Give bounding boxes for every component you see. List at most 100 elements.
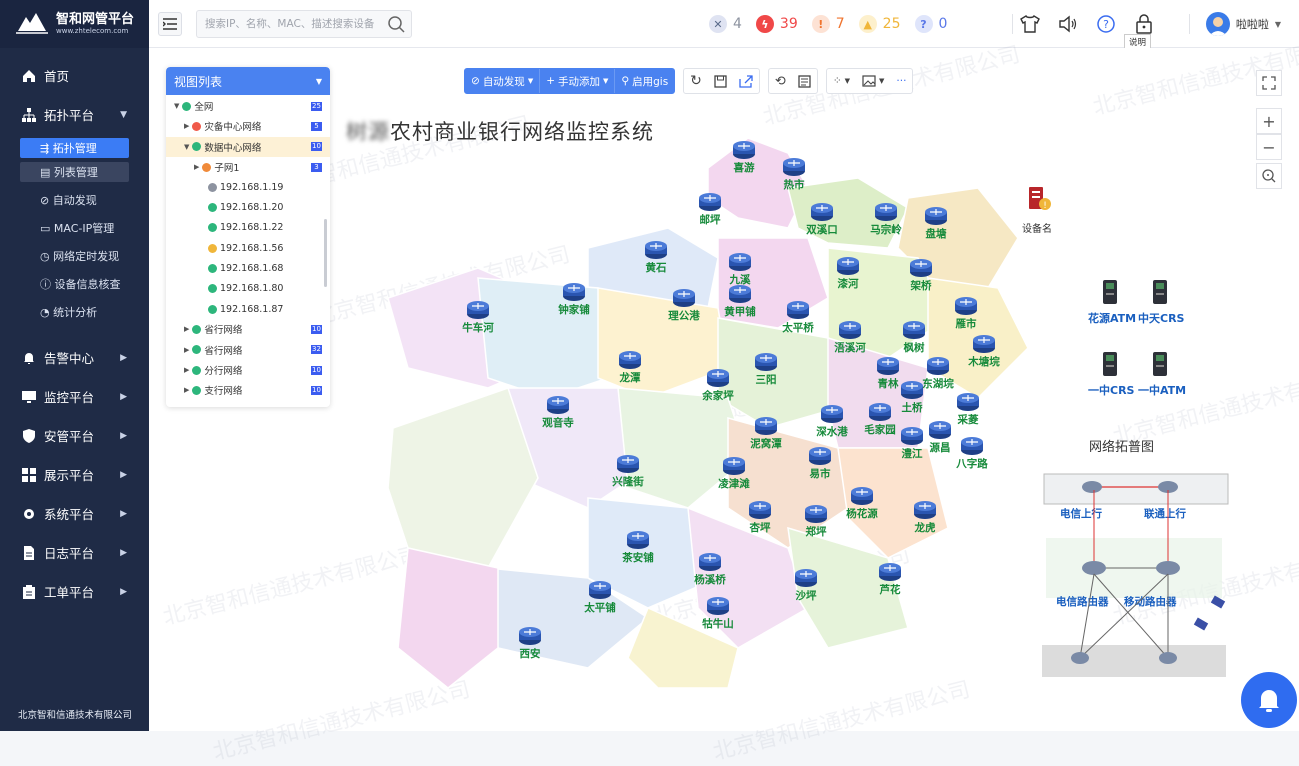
zoom-reset-icon[interactable] bbox=[1256, 163, 1282, 189]
map-region[interactable] bbox=[717, 317, 839, 429]
caret-right-icon[interactable]: ▶ bbox=[184, 122, 189, 130]
user-menu[interactable]: 啦啦啦 ▼ bbox=[1205, 0, 1281, 48]
router-icon[interactable] bbox=[901, 381, 923, 399]
router-icon[interactable] bbox=[707, 597, 729, 615]
router-icon[interactable] bbox=[673, 289, 695, 307]
sub-timed-discover[interactable]: ◷ 网络定时发现 bbox=[0, 242, 149, 270]
router-icon[interactable] bbox=[467, 301, 489, 319]
tree-node[interactable]: 192.168.1.20 bbox=[166, 197, 330, 217]
nav-alarm[interactable]: 告警中心 ▶ bbox=[0, 338, 149, 377]
refresh-icon[interactable]: ↻ bbox=[684, 69, 708, 93]
sub-list-manage[interactable]: ▤ 列表管理 bbox=[20, 162, 129, 182]
router-icon[interactable] bbox=[910, 259, 932, 277]
tree-node[interactable]: ▶ 省行网络 10 bbox=[166, 319, 330, 339]
router-icon[interactable] bbox=[903, 321, 925, 339]
router-icon[interactable] bbox=[961, 437, 983, 455]
router-icon[interactable] bbox=[645, 241, 667, 259]
tree-node[interactable]: 192.168.1.22 bbox=[166, 218, 330, 238]
tree-node[interactable]: 192.168.1.19 bbox=[166, 177, 330, 197]
auto-discover-button[interactable]: ⊘ 自动发现 ▼ bbox=[465, 69, 541, 93]
logo[interactable]: 智和网管平台 www.zhtelecom.com bbox=[0, 0, 149, 48]
router-icon[interactable] bbox=[851, 487, 873, 505]
router-icon[interactable] bbox=[787, 301, 809, 319]
terminal-device-icon[interactable] bbox=[1102, 280, 1118, 304]
terminal-device-icon[interactable] bbox=[1152, 352, 1168, 376]
router-icon[interactable] bbox=[619, 351, 641, 369]
tree-node[interactable]: ▶ 灾备中心网络 5 bbox=[166, 116, 330, 136]
search-icon[interactable] bbox=[387, 15, 405, 33]
fullscreen-icon[interactable] bbox=[1256, 70, 1282, 96]
nav-home[interactable]: 首页 bbox=[0, 56, 149, 95]
layout-icon[interactable]: ⁘ ▼ bbox=[827, 69, 856, 93]
terminal-device-icon[interactable] bbox=[1102, 352, 1118, 376]
router-icon[interactable] bbox=[627, 531, 649, 549]
zoom-out-icon[interactable]: − bbox=[1256, 134, 1282, 160]
router-icon[interactable] bbox=[955, 297, 977, 315]
caret-right-icon[interactable]: ▶ bbox=[184, 325, 189, 333]
sub-auto-discover[interactable]: ⊘ 自动发现 bbox=[0, 186, 149, 214]
map-region[interactable] bbox=[397, 547, 499, 689]
tree-scrollbar[interactable] bbox=[324, 219, 327, 287]
zoom-in-icon[interactable]: + bbox=[1256, 108, 1282, 134]
nav-ticket[interactable]: 工单平台 ▶ bbox=[0, 572, 149, 611]
router-icon[interactable] bbox=[783, 158, 805, 176]
menu-toggle-button[interactable] bbox=[158, 11, 182, 36]
tree-node[interactable]: ▶ 子网1 3 bbox=[166, 157, 330, 177]
manual-add-button[interactable]: + 手动添加 ▼ bbox=[540, 69, 616, 93]
router-icon[interactable] bbox=[927, 357, 949, 375]
router-icon[interactable] bbox=[707, 369, 729, 387]
caret-right-icon[interactable]: ▶ bbox=[194, 163, 199, 171]
view-list-header[interactable]: 视图列表 ▼ bbox=[166, 67, 330, 95]
router-icon[interactable] bbox=[755, 417, 777, 435]
tree-node[interactable]: ▶ 支行网络 10 bbox=[166, 380, 330, 400]
router-icon[interactable] bbox=[957, 393, 979, 411]
caret-down-icon[interactable]: ▼ bbox=[174, 102, 179, 110]
router-icon[interactable] bbox=[914, 501, 936, 519]
help-icon[interactable]: ? bbox=[1095, 13, 1117, 35]
router-icon[interactable] bbox=[699, 193, 721, 211]
map-region[interactable] bbox=[477, 277, 609, 399]
caret-right-icon[interactable]: ▶ bbox=[184, 366, 189, 374]
image-icon[interactable]: ▼ bbox=[856, 69, 890, 93]
router-icon[interactable] bbox=[699, 553, 721, 571]
notification-bell-button[interactable] bbox=[1241, 672, 1297, 728]
speaker-icon[interactable] bbox=[1057, 13, 1079, 35]
router-icon[interactable] bbox=[869, 403, 891, 421]
sub-device-check[interactable]: ⓘ 设备信息核查 bbox=[0, 270, 149, 298]
sub-topo-manage[interactable]: ⇶ 拓扑管理 bbox=[20, 138, 129, 158]
router-icon[interactable] bbox=[837, 257, 859, 275]
router-icon[interactable] bbox=[877, 357, 899, 375]
caret-right-icon[interactable]: ▶ bbox=[184, 386, 189, 394]
sync-icon[interactable]: ⟲ bbox=[769, 69, 792, 93]
router-icon[interactable] bbox=[839, 321, 861, 339]
more-icon[interactable]: ··· bbox=[890, 69, 912, 93]
list-icon[interactable] bbox=[792, 69, 817, 93]
router-icon[interactable] bbox=[563, 283, 585, 301]
router-icon[interactable] bbox=[901, 427, 923, 445]
save-icon[interactable] bbox=[708, 69, 733, 93]
lock-icon[interactable] bbox=[1133, 13, 1155, 35]
badge-unknown[interactable]: ? 0 bbox=[914, 15, 947, 33]
router-icon[interactable] bbox=[729, 253, 751, 271]
tree-node[interactable]: 192.168.1.56 bbox=[166, 238, 330, 258]
tree-node[interactable]: ▼ 全网 25 bbox=[166, 96, 330, 116]
alert-device[interactable]: ! bbox=[1027, 185, 1051, 213]
router-icon[interactable] bbox=[519, 627, 541, 645]
router-icon[interactable] bbox=[811, 203, 833, 221]
router-icon[interactable] bbox=[749, 501, 771, 519]
theme-shirt-icon[interactable] bbox=[1019, 13, 1041, 35]
nav-monitor[interactable]: 监控平台 ▶ bbox=[0, 377, 149, 416]
router-icon[interactable] bbox=[805, 505, 827, 523]
router-icon[interactable] bbox=[547, 396, 569, 414]
map-region[interactable] bbox=[388, 387, 539, 569]
nav-security[interactable]: 安管平台 ▶ bbox=[0, 416, 149, 455]
router-icon[interactable] bbox=[809, 447, 831, 465]
nav-log[interactable]: 日志平台 ▶ bbox=[0, 533, 149, 572]
router-icon[interactable] bbox=[795, 569, 817, 587]
tree-node[interactable]: ▶ 分行网络 10 bbox=[166, 360, 330, 380]
router-icon[interactable] bbox=[617, 455, 639, 473]
nav-topology[interactable]: 拓扑平台 ▼ bbox=[0, 95, 149, 134]
router-icon[interactable] bbox=[929, 421, 951, 439]
badge-cleared[interactable]: ✕ 4 bbox=[709, 15, 742, 33]
router-icon[interactable] bbox=[733, 141, 755, 159]
